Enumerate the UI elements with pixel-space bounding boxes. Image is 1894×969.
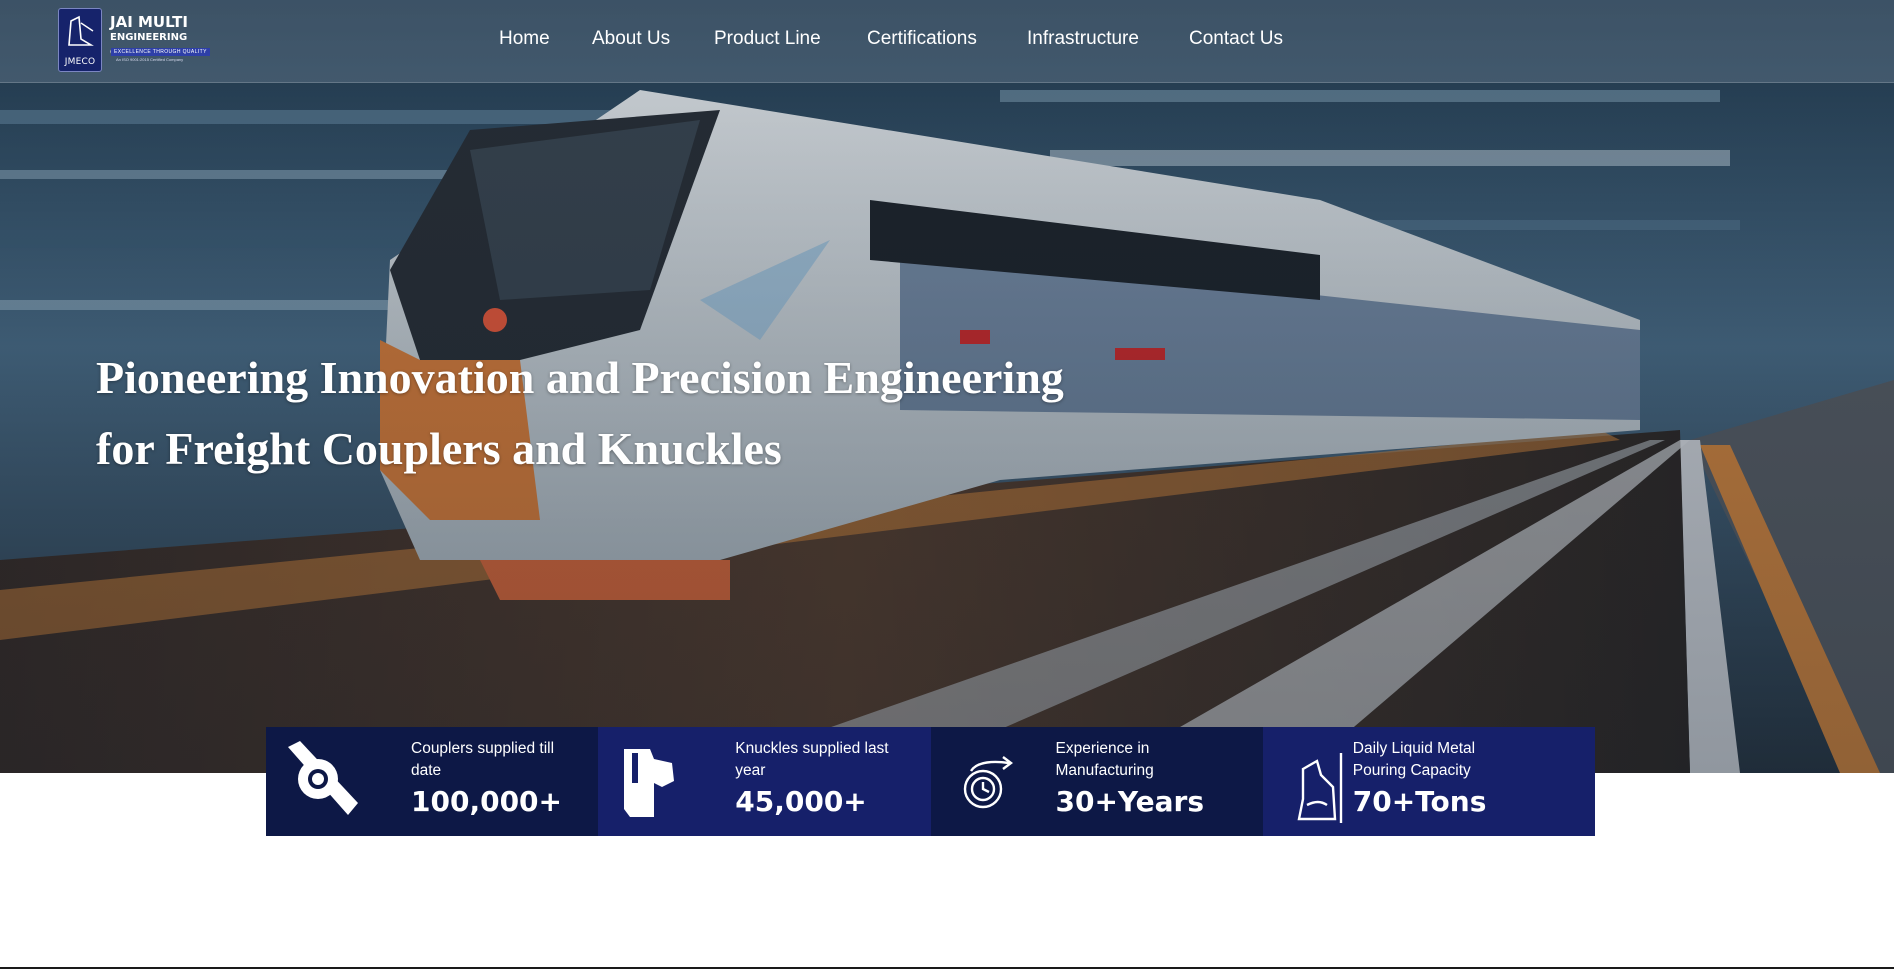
ladle-emblem-icon: [68, 15, 94, 46]
nav-link-about-us[interactable]: About Us: [592, 28, 670, 50]
stat-label: Knuckles supplied last year: [735, 740, 889, 779]
hero-headline-line2: for Freight Couplers and Knuckles: [96, 423, 782, 474]
logo-emblem: JMECO: [58, 8, 102, 72]
hero-headline-line1: Pioneering Innovation and Precision Engi…: [96, 352, 1064, 403]
stat-value: 100,000+: [411, 785, 562, 818]
stat-value: 45,000+: [735, 785, 867, 818]
stat-card-knuckles: Knuckles supplied last year 45,000+: [598, 727, 931, 836]
stat-card-couplers: Couplers supplied till date 100,000+: [266, 727, 599, 836]
top-navigation-bar: JMECO JAI MULTI ENGINEERING CO. EXCELLEN…: [0, 0, 1894, 83]
knuckle-icon: [624, 749, 675, 817]
nav-link-contact-us[interactable]: Contact Us: [1189, 28, 1283, 50]
logo-name-line1: JAI MULTI: [110, 13, 188, 31]
nav-link-product-line[interactable]: Product Line: [714, 28, 821, 50]
ladle-pour-icon: [1297, 753, 1342, 823]
hero-headline: Pioneering Innovation and Precision Engi…: [96, 342, 1196, 484]
stats-strip: Couplers supplied till date 100,000+ Knu…: [266, 727, 1595, 836]
stat-label: Couplers supplied till date: [411, 740, 555, 779]
logo-tagline: EXCELLENCE THROUGH QUALITY: [111, 48, 210, 56]
stat-card-pouring-capacity: Daily Liquid Metal Pouring Capacity 70+T…: [1262, 727, 1595, 836]
nav-link-infrastructure[interactable]: Infrastructure: [1027, 28, 1139, 50]
stat-value: 30+Years: [1055, 785, 1205, 818]
logo-certification-note: An ISO 9001:2015 Certified Company: [116, 57, 184, 62]
nav-link-certifications[interactable]: Certifications: [867, 28, 977, 50]
nav-link-home[interactable]: Home: [499, 28, 550, 50]
stat-card-experience: Experience in Manufacturing 30+Years: [930, 727, 1263, 836]
experience-clock-icon: [963, 756, 1013, 809]
company-logo[interactable]: JMECO JAI MULTI ENGINEERING CO. EXCELLEN…: [58, 8, 210, 72]
logo-monogram: JMECO: [64, 57, 96, 67]
stat-value: 70+Tons: [1352, 785, 1487, 818]
stat-label: Experience in Manufacturing: [1055, 740, 1154, 779]
stat-label: Daily Liquid Metal Pouring Capacity: [1352, 740, 1476, 779]
coupler-icon: [288, 741, 358, 815]
